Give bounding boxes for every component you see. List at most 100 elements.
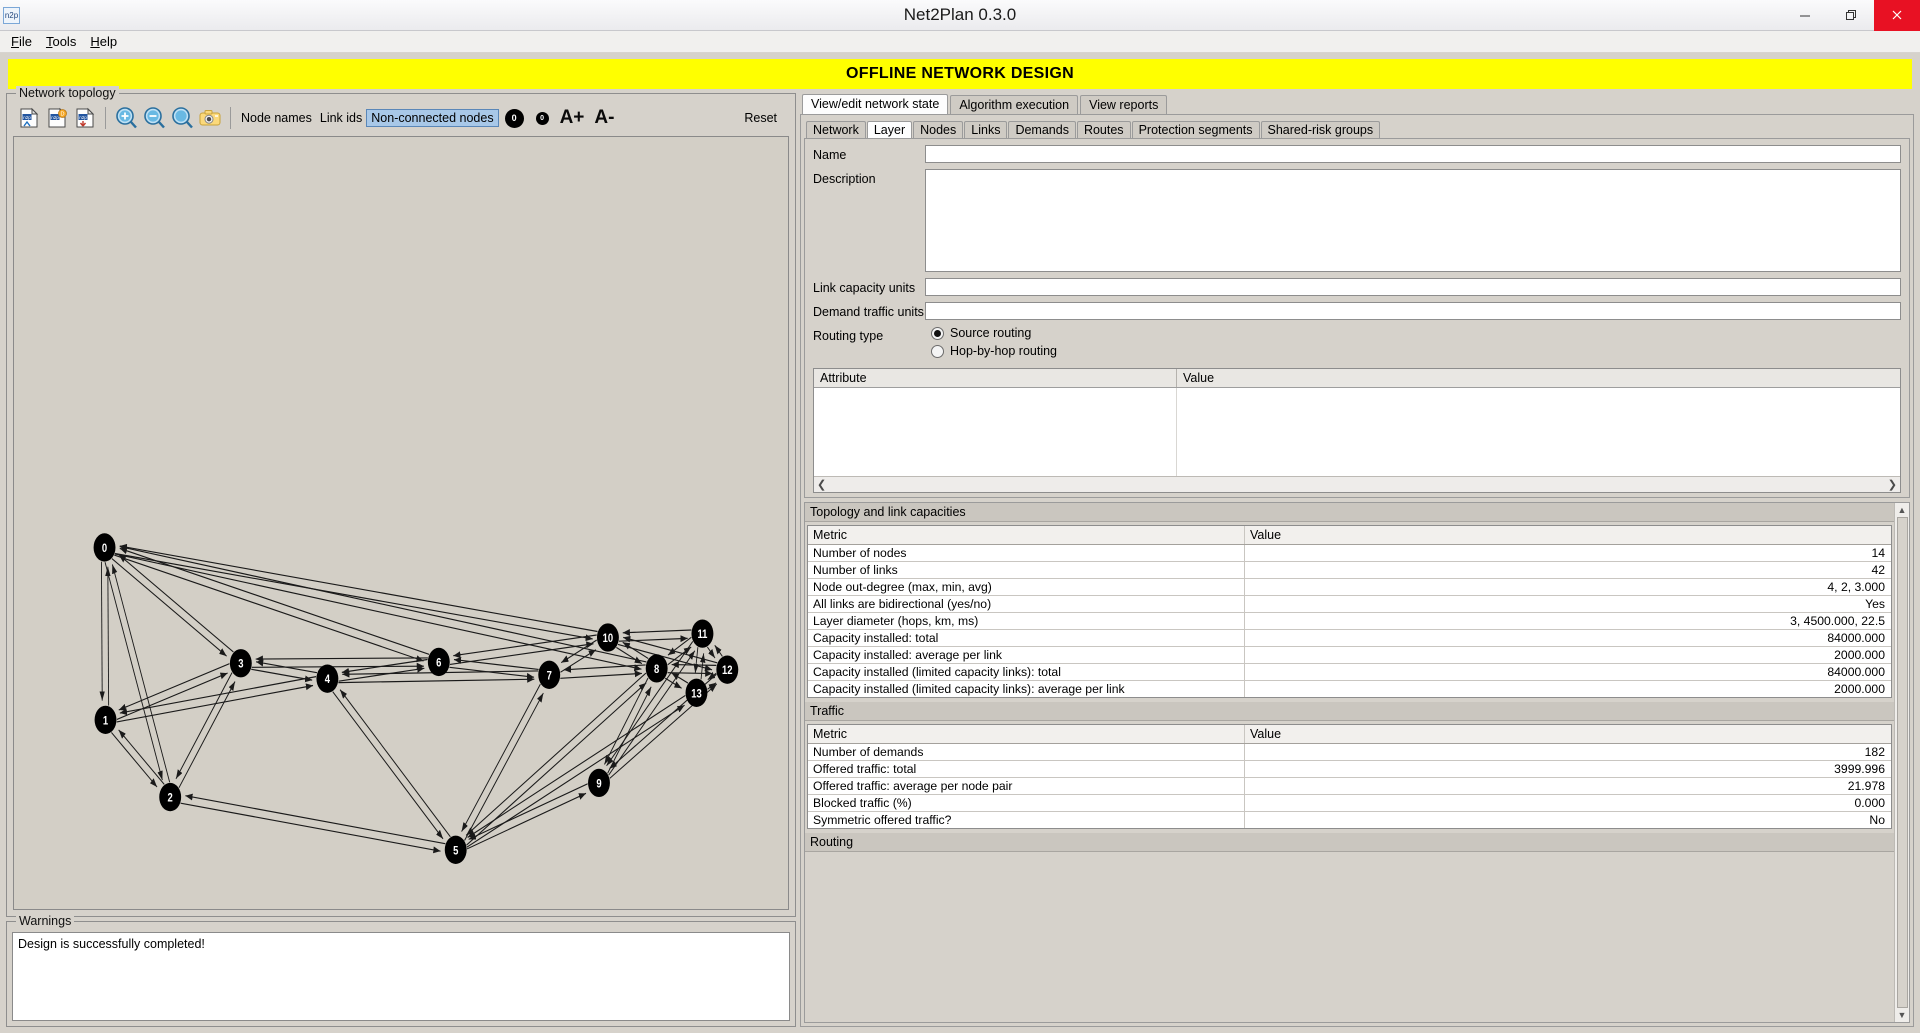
increase-font-size-button[interactable]: A+ — [560, 107, 585, 129]
increase-node-size-icon[interactable]: 0 — [504, 108, 524, 128]
graph-node-label: 2 — [168, 791, 173, 804]
subtab-links[interactable]: Links — [964, 121, 1008, 138]
metric-value: 3, 4500.000, 22.5 — [1790, 614, 1885, 628]
traffic-title: Traffic — [805, 702, 1894, 721]
window-title: Net2Plan 0.3.0 — [903, 5, 1017, 24]
statistics-vertical-scrollbar[interactable]: ▲ ▼ — [1894, 503, 1909, 1022]
attributes-horizontal-scrollbar[interactable]: ❮ ❯ — [814, 476, 1900, 492]
metric-name: Layer diameter (hops, km, ms) — [808, 613, 1245, 629]
graph-node-label: 8 — [654, 663, 659, 676]
node-names-toggle[interactable]: Node names — [237, 111, 316, 125]
scrollbar-thumb[interactable] — [1896, 517, 1908, 1008]
save-design-icon[interactable]: n2p — [71, 104, 99, 132]
link-ids-toggle[interactable]: Link ids — [316, 111, 366, 125]
table-row[interactable]: Capacity installed (limited capacity lin… — [808, 664, 1891, 681]
topology-graph[interactable]: 01234567 8910 111213 — [14, 137, 788, 909]
table-row[interactable]: Number of links 42 — [808, 562, 1891, 579]
routing-title: Routing — [805, 833, 1894, 852]
non-connected-nodes-toggle[interactable]: Non-connected nodes — [366, 109, 499, 127]
metric-name: Number of demands — [808, 744, 1245, 760]
network-topology-panel: Network topology n2p n2p D n2p Node name… — [6, 86, 796, 917]
topology-canvas[interactable]: 0 1 2 3 4 5 6 7 8 9 10 11 12 13 — [13, 136, 789, 910]
tab-algorithm-execution[interactable]: Algorithm execution — [950, 95, 1079, 114]
graph-node-label: 10 — [603, 632, 614, 645]
subtab-demands[interactable]: Demands — [1008, 121, 1076, 138]
traffic-rows: Number of demands 182 Offered traffic: tot… — [808, 744, 1891, 828]
menu-tools[interactable]: Tools — [39, 32, 83, 51]
radio-source-routing-icon[interactable] — [931, 326, 944, 340]
graph-node-label: 4 — [325, 673, 330, 686]
routing-type-group: Source routing Hop-by-hop routing — [925, 326, 1057, 358]
metric-value: 84000.000 — [1827, 665, 1885, 679]
radio-hop-by-hop-routing[interactable]: Hop-by-hop routing — [931, 344, 1057, 358]
graph-node-label: 13 — [691, 687, 702, 700]
table-row[interactable]: Capacity installed: total 84000.000 — [808, 630, 1891, 647]
scroll-up-icon[interactable]: ▲ — [1898, 505, 1907, 515]
scroll-down-icon[interactable]: ▼ — [1898, 1010, 1907, 1020]
graph-node-label: 5 — [453, 844, 458, 857]
name-input[interactable] — [925, 145, 1901, 163]
table-row[interactable]: Layer diameter (hops, km, ms) 3, 4500.000… — [808, 613, 1891, 630]
table-row[interactable]: Node out-degree (max, min, avg) 4, 2, 3.0… — [808, 579, 1891, 596]
tab-view-edit-network-state[interactable]: View/edit network state — [802, 94, 949, 114]
menu-file[interactable]: File — [4, 32, 39, 51]
decrease-font-size-button[interactable]: A- — [594, 107, 614, 129]
link-capacity-units-input[interactable] — [925, 278, 1901, 296]
table-row[interactable]: Number of nodes 14 — [808, 545, 1891, 562]
subtab-nodes[interactable]: Nodes — [913, 121, 964, 138]
attributes-table[interactable]: Attribute Value ❮ ❯ — [813, 368, 1901, 493]
network-topology-title: Network topology — [16, 86, 119, 100]
graph-node-label: 12 — [722, 664, 733, 677]
radio-hop-by-hop-routing-icon[interactable] — [931, 344, 944, 358]
reset-button[interactable]: Reset — [744, 111, 787, 125]
metric-name: Capacity installed (limited capacity lin… — [808, 664, 1245, 680]
subtab-shared-risk-groups[interactable]: Shared-risk groups — [1260, 121, 1381, 138]
radio-source-routing[interactable]: Source routing — [931, 326, 1057, 340]
demand-traffic-units-row: Demand traffic units — [813, 302, 1901, 320]
zoom-in-icon[interactable] — [112, 104, 140, 132]
traffic-metric-column: Metric — [808, 725, 1245, 743]
decrease-node-size-icon[interactable]: 0 — [535, 111, 549, 125]
menu-help[interactable]: Help — [83, 32, 124, 51]
subtab-layer[interactable]: Layer — [866, 121, 913, 138]
tab-view-reports[interactable]: View reports — [1080, 95, 1168, 114]
take-snapshot-icon[interactable] — [196, 104, 224, 132]
table-row[interactable]: Capacity installed (limited capacity lin… — [808, 681, 1891, 697]
demand-traffic-units-input[interactable] — [925, 302, 1901, 320]
table-row[interactable]: Capacity installed: average per link 2000… — [808, 647, 1891, 664]
svg-text:n2p: n2p — [79, 115, 87, 120]
scroll-right-icon[interactable]: ❯ — [1888, 478, 1897, 491]
topology-metric-column: Metric — [808, 526, 1245, 544]
table-row[interactable]: Number of demands 182 — [808, 744, 1891, 761]
load-design-icon[interactable]: n2p — [15, 104, 43, 132]
table-row[interactable]: Symmetric offered traffic? No — [808, 812, 1891, 828]
graph-node-label: 7 — [547, 669, 552, 682]
subtab-protection-segments[interactable]: Protection segments — [1131, 121, 1260, 138]
metric-name: Number of links — [808, 562, 1245, 578]
routing-type-label: Routing type — [813, 329, 884, 343]
zoom-out-icon[interactable] — [140, 104, 168, 132]
table-row[interactable]: Offered traffic: average per node pair 21… — [808, 778, 1891, 795]
table-row[interactable]: Offered traffic: total 3999.996 — [808, 761, 1891, 778]
toolbar-separator-1 — [105, 107, 106, 129]
table-row[interactable]: All links are bidirectional (yes/no) Yes — [808, 596, 1891, 613]
warnings-title: Warnings — [16, 914, 75, 928]
description-row: Description — [813, 169, 1901, 272]
banner-container: OFFLINE NETWORK DESIGN — [0, 53, 1920, 93]
metric-value: 4, 2, 3.000 — [1827, 580, 1885, 594]
main-tabbar: View/edit network state Algorithm execut… — [800, 93, 1914, 114]
topology-capacities-table[interactable]: Metric Value Number of nodes 14 Number of … — [807, 525, 1892, 698]
name-row: Name — [813, 145, 1901, 163]
load-demands-icon[interactable]: n2p D — [43, 104, 71, 132]
right-column: View/edit network state Algorithm execut… — [800, 93, 1914, 1027]
description-textarea[interactable] — [925, 169, 1901, 272]
subtab-routes[interactable]: Routes — [1076, 121, 1131, 138]
zoom-all-icon[interactable] — [168, 104, 196, 132]
statistics-content: Topology and link capacities Metric Valu… — [805, 503, 1894, 1022]
traffic-table[interactable]: Metric Value Number of demands 182 Offered… — [807, 724, 1892, 829]
subtab-network[interactable]: Network — [806, 121, 866, 138]
scroll-left-icon[interactable]: ❮ — [817, 478, 826, 491]
table-row[interactable]: Blocked traffic (%) 0.000 — [808, 795, 1891, 812]
traffic-value-column: Value — [1250, 727, 1282, 741]
attributes-table-body[interactable] — [814, 388, 1900, 476]
